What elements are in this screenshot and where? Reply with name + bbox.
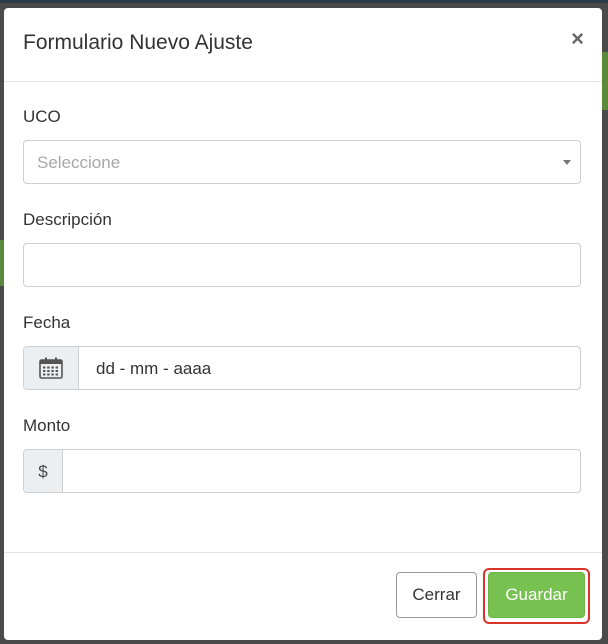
currency-addon: $ <box>24 450 63 492</box>
uco-select-placeholder: Seleccione <box>37 153 121 172</box>
modal-body: UCO Seleccione Descripción Fecha dd - mm… <box>4 82 602 552</box>
new-adjustment-modal: Formulario Nuevo Ajuste × UCO Seleccione… <box>4 8 602 640</box>
modal-footer: Cerrar Guardar <box>4 552 602 640</box>
monto-input[interactable]: $ <box>23 449 581 493</box>
fecha-value: dd - mm - aaaa <box>96 359 212 378</box>
fecha-input[interactable]: dd - mm - aaaa <box>23 346 581 390</box>
uco-select[interactable]: Seleccione <box>23 140 581 184</box>
descripcion-label: Descripción <box>23 210 112 229</box>
monto-label: Monto <box>23 416 71 435</box>
descripcion-input[interactable] <box>23 243 581 287</box>
save-button[interactable]: Guardar <box>488 572 585 618</box>
modal-header: Formulario Nuevo Ajuste × <box>4 8 602 82</box>
chevron-down-icon <box>563 160 571 165</box>
close-modal-button[interactable]: Cerrar <box>396 572 477 618</box>
close-button[interactable]: × <box>571 28 584 50</box>
backdrop-strip <box>602 52 608 110</box>
calendar-addon[interactable] <box>24 347 79 389</box>
fecha-label: Fecha <box>23 313 71 332</box>
uco-label: UCO <box>23 107 61 126</box>
dollar-sign: $ <box>38 462 48 481</box>
calendar-icon <box>39 357 63 379</box>
modal-title: Formulario Nuevo Ajuste <box>23 31 253 54</box>
backdrop-topbar <box>0 0 608 3</box>
